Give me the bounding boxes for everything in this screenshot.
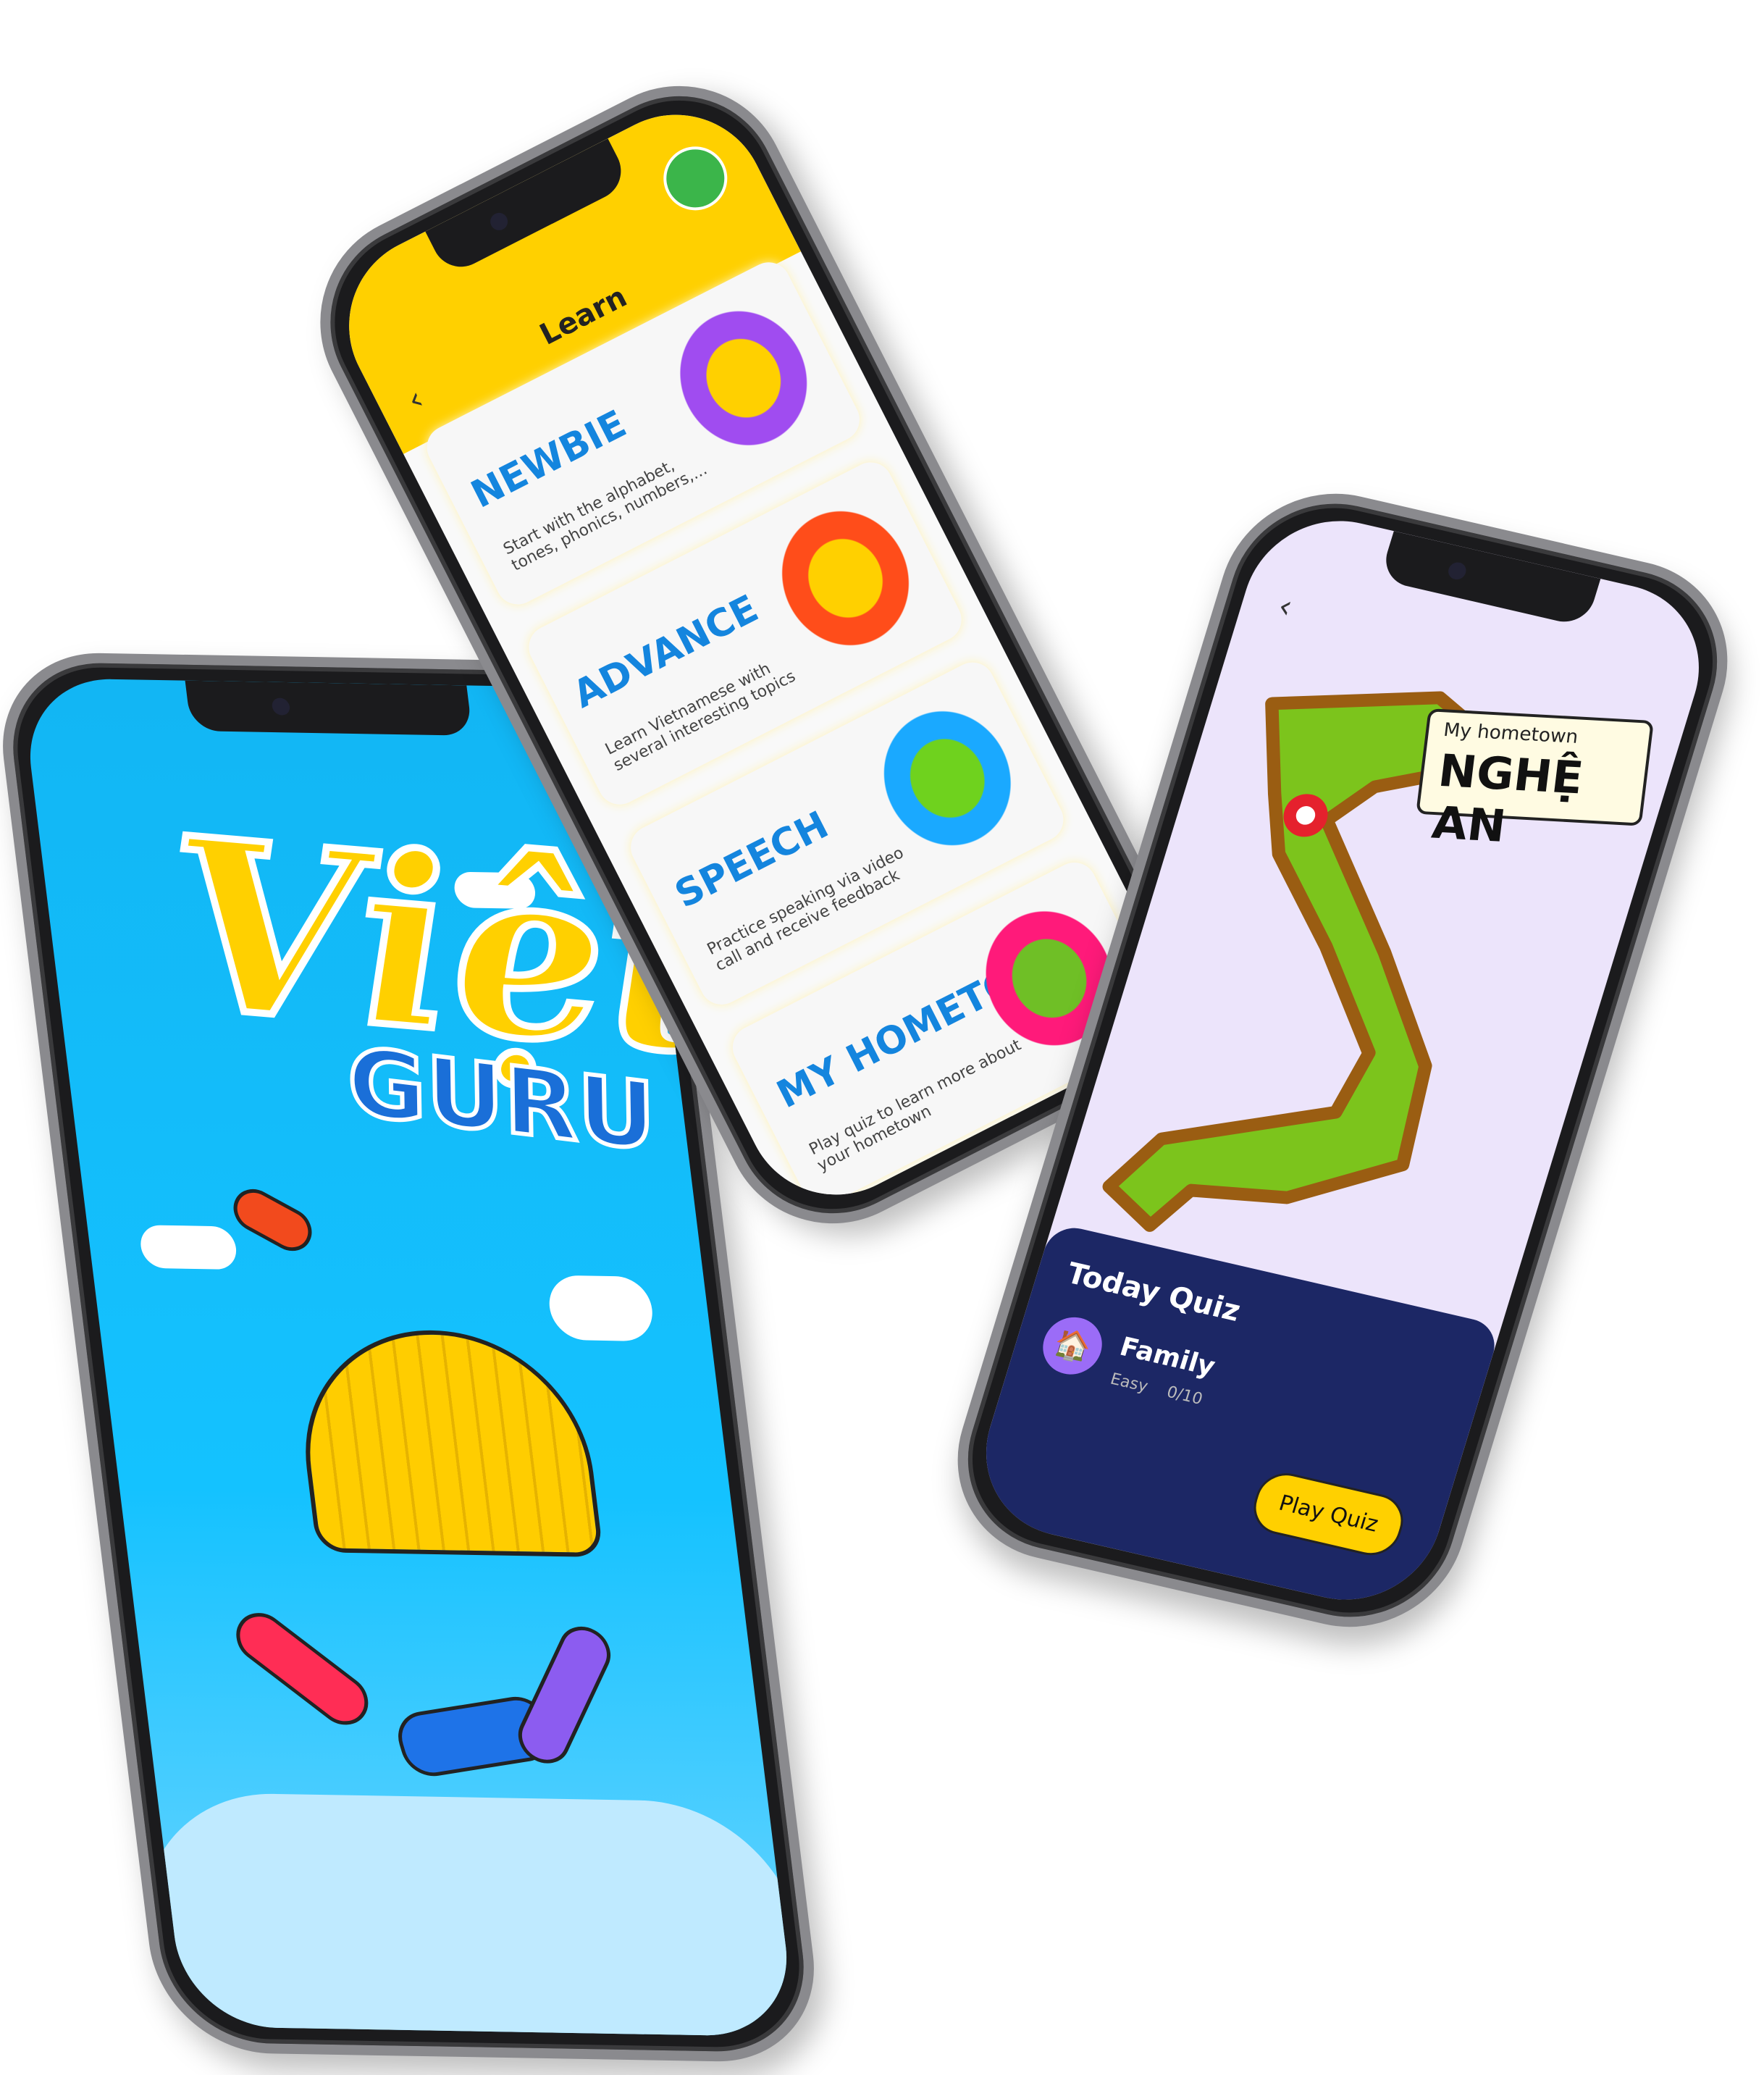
- vietnam-map[interactable]: [1050, 607, 1692, 1336]
- camera-icon: [1445, 561, 1469, 582]
- label-small: My hometown: [1442, 719, 1579, 748]
- hometown-screen: ‹ My hometown NGHỆ AN Today Quiz 🏠 Famil…: [963, 503, 1722, 1618]
- notch: [185, 680, 473, 736]
- cloud: [545, 1275, 656, 1342]
- book-illustration: [744, 474, 946, 682]
- letter-character: [510, 1617, 619, 1773]
- letter-character: [226, 1602, 378, 1735]
- letter-character: [227, 1181, 319, 1259]
- chat-bubbles-illustration: [847, 674, 1049, 883]
- quiz-progress: 0/10: [1164, 1383, 1205, 1409]
- notch: [1379, 531, 1600, 628]
- hometown-label: My hometown NGHỆ AN: [1416, 708, 1655, 852]
- cloud: [138, 1225, 239, 1270]
- avatar[interactable]: [652, 135, 739, 222]
- label-province: NGHỆ AN: [1429, 744, 1587, 852]
- quiz-title: Today Quiz: [1062, 1257, 1245, 1328]
- house-heart-icon: 🏠: [1036, 1311, 1109, 1380]
- quiz-level: Easy: [1108, 1370, 1151, 1396]
- cloud-bank: [127, 1791, 797, 2037]
- play-quiz-button[interactable]: Play Quiz: [1246, 1467, 1411, 1562]
- camera-icon: [487, 209, 511, 234]
- mascot-character: [289, 1328, 604, 1558]
- camera-icon: [271, 697, 291, 716]
